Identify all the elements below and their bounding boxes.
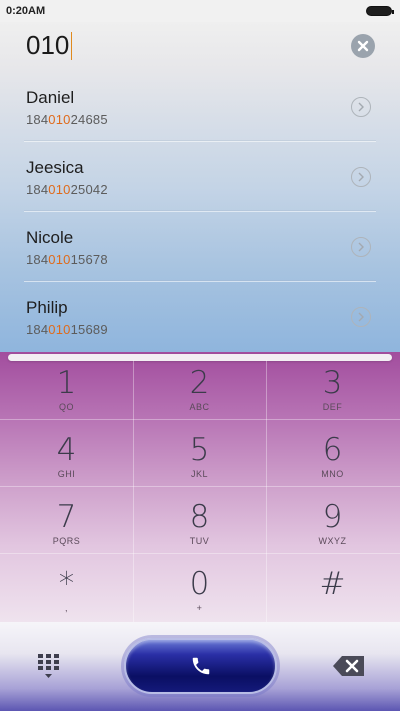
dial-key[interactable]: 0 + [133,553,266,620]
dial-key[interactable]: *, [0,553,133,620]
chevron-right-icon [358,312,364,322]
dial-input[interactable]: 010 [26,30,73,61]
number-suffix: 25042 [70,182,108,197]
dial-key[interactable]: 8 TUV [133,486,266,553]
contact-name: Jeesica [26,158,84,177]
contact-detail-button[interactable] [351,307,371,327]
call-button[interactable] [124,638,277,694]
bottom-action-bar [0,622,400,711]
status-bar: 0:20AM [0,0,400,22]
text-caret [71,31,73,60]
key-digit: 5 [189,432,210,468]
key-digit: 9 [322,499,343,535]
contact-detail-button[interactable] [351,167,371,187]
dial-key[interactable]: 6 MNO [266,419,399,486]
key-letters: , [64,603,68,613]
dial-input-text: 010 [26,30,70,60]
key-digit: 8 [189,499,210,535]
key-digit: 0 [189,566,210,602]
contact-number: 18401024685 [26,112,108,127]
contact-row[interactable]: Daniel 18401024685 [0,72,400,142]
dial-key[interactable]: 4 GHI [0,419,133,486]
phone-icon [192,657,209,675]
key-digit: 2 [189,365,210,401]
key-letters: ABC [189,402,210,412]
number-suffix: 24685 [70,112,108,127]
chevron-right-icon [358,172,364,182]
key-letters: QO [58,402,74,412]
key-digit: 6 [322,432,343,468]
backspace-button[interactable] [332,654,366,678]
dial-keypad: 1 QO 2 ABC 3 DEF 4 GHI 5 JKL 6 MNO 7 PQRS 8 TUV 9 WXYZ *, 0… [0,352,400,622]
contact-detail-button[interactable] [351,97,371,117]
contact-row[interactable]: Nicole 18401015678 [0,212,400,282]
key-digit: 1 [56,365,77,401]
search-row: 010 [0,22,400,72]
number-match-highlight: 010 [48,252,71,267]
dial-key[interactable]: 7 PQRS [0,486,133,553]
chevron-right-icon [358,102,364,112]
key-letters: JKL [190,469,208,479]
dial-key[interactable]: 9 WXYZ [266,486,399,553]
contact-number: 18401015689 [26,322,108,337]
number-prefix: 184 [26,112,49,127]
dial-key[interactable]: # [266,553,399,620]
number-match-highlight: 010 [48,322,71,337]
key-digit: 4 [56,432,77,468]
backspace-icon [333,656,364,676]
key-letters: DEF [322,402,343,412]
dial-key[interactable]: 3 DEF [266,352,399,419]
number-match-highlight: 010 [48,182,71,197]
chevron-right-icon [358,242,364,252]
number-suffix: 15689 [70,322,108,337]
status-time: 0:20AM [6,5,46,17]
contact-row[interactable]: Jeesica 18401025042 [0,142,400,212]
number-suffix: 15678 [70,252,108,267]
key-digit: 3 [322,365,343,401]
number-match-highlight: 010 [48,112,71,127]
contact-name: Daniel [26,88,75,107]
contact-detail-button[interactable] [351,237,371,257]
contact-number: 18401015678 [26,252,108,267]
number-prefix: 184 [26,322,49,337]
key-digit: # [319,566,346,602]
key-digit: 7 [56,499,77,535]
key-letters: WXYZ [318,536,347,546]
dial-key[interactable]: 1 QO [0,352,133,419]
dial-key[interactable]: 2 ABC [133,352,266,419]
clear-icon [357,40,369,52]
contact-name: Philip [26,298,68,317]
key-digit: * [58,566,75,602]
dialpad-grid-icon [38,654,59,678]
contact-number: 18401025042 [26,182,108,197]
results-area: 010 Daniel 18401024685 Jeesica 18401025042 N… [0,22,400,352]
number-prefix: 184 [26,252,49,267]
key-letters: TUV [189,536,210,546]
contact-row[interactable]: Philip 18401015689 [0,282,400,352]
key-letters: PQRS [52,536,81,546]
key-letters: MNO [321,469,344,479]
battery-icon [366,6,394,16]
clear-button[interactable] [351,34,375,58]
key-letters: GHI [57,469,76,479]
key-letters: + [196,603,203,613]
dialpad-toggle-button[interactable] [36,652,62,680]
contact-name: Nicole [26,228,74,247]
dial-key[interactable]: 5 JKL [133,419,266,486]
number-prefix: 184 [26,182,49,197]
